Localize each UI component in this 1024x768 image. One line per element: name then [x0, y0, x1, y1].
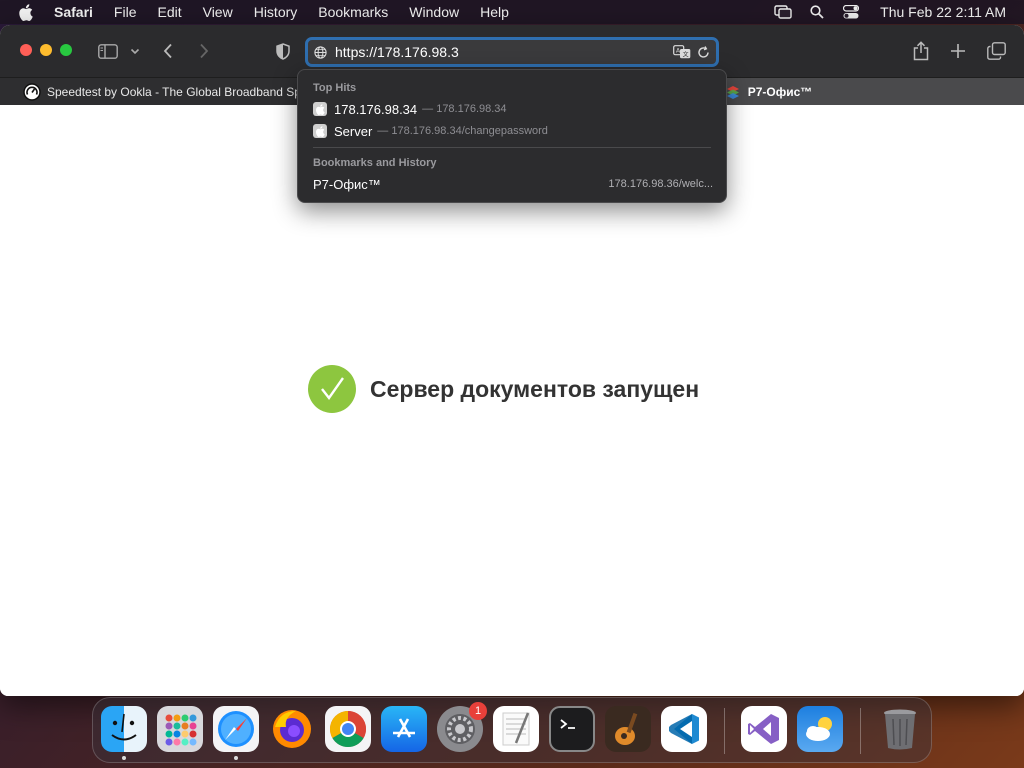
share-icon[interactable]: [911, 39, 931, 63]
menubar-clock[interactable]: Thu Feb 22 2:11 AM: [880, 4, 1006, 20]
chevron-down-icon[interactable]: [129, 39, 141, 63]
status-message: Сервер документов запущен: [370, 375, 700, 402]
control-center-icon[interactable]: [842, 4, 860, 20]
apple-favicon-icon: [313, 124, 327, 138]
forward-icon[interactable]: [196, 39, 212, 63]
suggestion-item[interactable]: 178.176.98.34 — 178.176.98.34: [313, 99, 713, 119]
textedit-icon[interactable]: [493, 706, 539, 752]
launchpad-icon[interactable]: [157, 706, 203, 752]
server-status: Сервер документов запущен: [308, 365, 699, 413]
suggestion-url: — 178.176.98.34/changepassword: [377, 125, 548, 137]
vscode-icon[interactable]: [661, 706, 707, 752]
weather-icon[interactable]: [797, 706, 843, 752]
suggestion-item[interactable]: Server — 178.176.98.34/changepassword: [313, 121, 713, 141]
firefox-icon[interactable]: [269, 706, 315, 752]
menu-edit[interactable]: Edit: [157, 4, 181, 20]
minimize-window-button[interactable]: [40, 44, 52, 56]
url-text[interactable]: https://178.176.98.3: [335, 44, 673, 60]
speedtest-favicon-icon: [23, 83, 41, 101]
tab-title: Speedtest by Ookla - The Global Broadban…: [47, 85, 315, 99]
menu-bar: Safari File Edit View History Bookmarks …: [0, 0, 1024, 24]
menu-app-name[interactable]: Safari: [54, 4, 93, 20]
screen-mirroring-icon[interactable]: [774, 4, 792, 20]
menu-help[interactable]: Help: [480, 4, 509, 20]
dropdown-divider: [313, 147, 711, 148]
tab-overview-icon[interactable]: [985, 39, 1007, 63]
menu-bookmarks[interactable]: Bookmarks: [318, 4, 388, 20]
chrome-icon[interactable]: [325, 706, 371, 752]
dock: 1: [92, 697, 932, 763]
running-indicator: [234, 756, 238, 760]
menu-file[interactable]: File: [114, 4, 137, 20]
privacy-shield-icon[interactable]: [274, 39, 292, 63]
history-title: Р7-Офис™: [313, 176, 381, 192]
trash-icon[interactable]: [877, 706, 923, 752]
globe-icon: [314, 45, 330, 59]
close-window-button[interactable]: [20, 44, 32, 56]
checkmark-icon: [308, 365, 356, 413]
suggestion-title: Server: [334, 123, 373, 139]
svg-text:文: 文: [683, 50, 689, 58]
reload-icon[interactable]: [697, 45, 710, 59]
history-item[interactable]: Р7-Офис™ 178.176.98.36/welc...: [313, 174, 713, 194]
dock-separator: [724, 708, 725, 754]
menu-view[interactable]: View: [203, 4, 233, 20]
garageband-icon[interactable]: [605, 706, 651, 752]
menu-history[interactable]: History: [254, 4, 298, 20]
suggestion-url: — 178.176.98.34: [422, 103, 507, 115]
notification-badge: 1: [469, 702, 487, 720]
top-hits-header: Top Hits: [313, 82, 357, 94]
translate-icon[interactable]: A文: [673, 45, 691, 59]
menu-window[interactable]: Window: [409, 4, 459, 20]
running-indicator: [122, 756, 126, 760]
bookmarks-history-header: Bookmarks and History: [313, 157, 437, 169]
zoom-window-button[interactable]: [60, 44, 72, 56]
back-icon[interactable]: [160, 39, 176, 63]
sidebar-toggle-icon[interactable]: [97, 39, 119, 63]
tab-title: Р7-Офис™: [747, 85, 813, 99]
terminal-icon[interactable]: [549, 706, 595, 752]
dock-separator: [860, 708, 861, 754]
spotlight-search-icon[interactable]: [808, 4, 826, 20]
window-controls: [20, 44, 80, 56]
visual-studio-icon[interactable]: [741, 706, 787, 752]
safari-icon[interactable]: [213, 706, 259, 752]
new-tab-icon[interactable]: [948, 39, 968, 63]
apple-menu-icon[interactable]: [18, 3, 36, 21]
history-url: 178.176.98.36/welc...: [608, 178, 713, 190]
apple-favicon-icon: [313, 102, 327, 116]
app-store-icon[interactable]: [381, 706, 427, 752]
address-bar[interactable]: https://178.176.98.3 A文: [305, 37, 719, 67]
suggestion-title: 178.176.98.34: [334, 101, 418, 117]
address-suggestions-dropdown: Top Hits 178.176.98.34 — 178.176.98.34 S…: [297, 69, 727, 203]
finder-icon[interactable]: [101, 706, 147, 752]
